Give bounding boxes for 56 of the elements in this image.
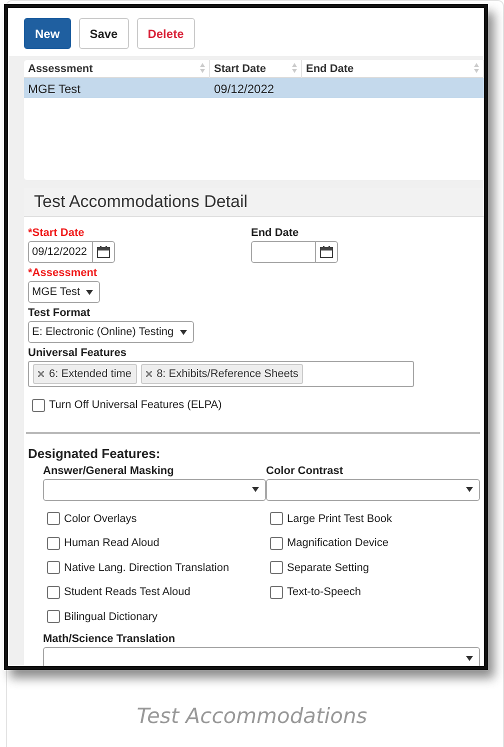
section-title: Test Accommodations Detail xyxy=(24,188,484,217)
field-label: *Assessment xyxy=(28,267,98,279)
test-format-dropdown[interactable]: E: Electronic (Online) Testing xyxy=(28,321,194,343)
field-label: Answer/General Masking xyxy=(43,464,175,476)
caption: Test Accommodations xyxy=(136,704,368,728)
contrast-dropdown[interactable] xyxy=(266,478,480,500)
checkbox-label: Student Reads Test Aloud xyxy=(64,586,190,598)
checkbox[interactable] xyxy=(47,512,60,526)
caret-icon xyxy=(180,330,187,334)
masking-dropdown[interactable] xyxy=(43,478,266,500)
checkbox-label: Large Print Test Book xyxy=(287,512,392,525)
checkbox[interactable] xyxy=(270,512,283,526)
checkbox-label: Color Overlays xyxy=(64,512,137,525)
date-field[interactable]: 09/12/2022 xyxy=(28,241,115,263)
multi-select-field[interactable]: 6: Extended time 8: Exhibits/Reference Sheets xyxy=(28,361,414,387)
checkbox[interactable] xyxy=(47,561,60,574)
toolbar-button[interactable]: Save xyxy=(78,18,129,49)
translation-dropdown[interactable] xyxy=(43,647,480,666)
field-label: *Start Date xyxy=(28,227,86,239)
feature-tag[interactable]: 6: Extended time xyxy=(33,364,137,384)
table-cell-text: 09/12/2022 xyxy=(213,81,276,98)
toolbar-button[interactable]: New xyxy=(24,18,71,49)
caret-icon xyxy=(466,487,473,492)
checkbox-label: Human Read Aloud xyxy=(64,537,160,550)
field-label: Test Format xyxy=(28,307,90,319)
table-cell-text: MGE Test xyxy=(27,81,82,98)
feature-tag[interactable]: 8: Exhibits/Reference Sheets xyxy=(140,364,304,384)
checkbox[interactable] xyxy=(270,536,283,550)
toolbar-button[interactable]: Delete xyxy=(136,18,195,49)
checkbox-label: Magnification Device xyxy=(287,537,388,550)
section-heading: Designated Features: xyxy=(28,446,162,460)
remove-icon[interactable] xyxy=(38,371,44,377)
checkbox[interactable] xyxy=(32,398,45,412)
field-label: End Date xyxy=(251,227,300,239)
checkbox-label: Turn Off Universal Features (ELPA) xyxy=(49,399,222,412)
checkbox-label: Text-to-Speech xyxy=(287,586,361,598)
date-field[interactable] xyxy=(251,241,338,263)
assessment-dropdown[interactable]: MGE Test xyxy=(28,281,100,303)
field-label: Math/Science Translation xyxy=(43,633,176,645)
checkbox[interactable] xyxy=(47,536,60,550)
caret-icon xyxy=(466,656,473,660)
checkbox[interactable] xyxy=(270,586,283,599)
checkbox-label: Bilingual Dictionary xyxy=(64,610,158,623)
calendar-icon xyxy=(97,246,110,258)
calendar-icon xyxy=(320,246,333,258)
checkbox[interactable] xyxy=(47,586,60,599)
field-label: Universal Features xyxy=(28,347,126,359)
caret-icon xyxy=(252,487,259,492)
field-label: Color Contrast xyxy=(266,464,344,476)
remove-icon[interactable] xyxy=(146,371,152,377)
checkbox-label: Separate Setting xyxy=(287,562,369,574)
checkbox-label: Native Lang. Direction Translation xyxy=(64,562,230,574)
checkbox[interactable] xyxy=(47,610,60,624)
table-row[interactable]: MGE Test 09/12/2022 xyxy=(24,78,484,98)
checkbox[interactable] xyxy=(270,561,283,574)
caret-icon xyxy=(86,290,94,294)
